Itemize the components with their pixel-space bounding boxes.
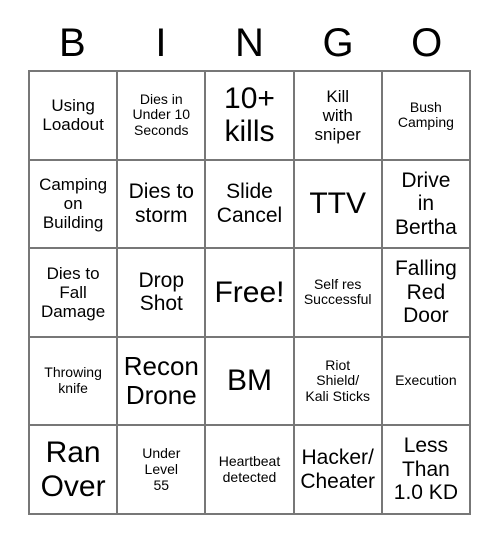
bingo-cell-label: Drop Shot bbox=[138, 268, 185, 316]
bingo-cell-g5[interactable]: Hacker/ Cheater bbox=[294, 426, 383, 515]
bingo-cell-b2[interactable]: Camping on Building bbox=[30, 160, 119, 250]
bingo-cell-label: Dies to Fall Damage bbox=[40, 263, 106, 321]
bingo-cell-label: Recon Drone bbox=[123, 350, 199, 411]
bingo-cell-label: 10+ kills bbox=[224, 81, 275, 149]
bingo-cell-g1[interactable]: Kill with sniper bbox=[294, 72, 383, 161]
bingo-cell-n4[interactable]: BM bbox=[206, 337, 295, 427]
bingo-cell-g4[interactable]: Riot Shield/ Kali Sticks bbox=[294, 337, 383, 427]
bingo-cell-label: BM bbox=[226, 364, 272, 398]
bingo-header-letter-i: I bbox=[155, 21, 167, 65]
bingo-cell-n1[interactable]: 10+ kills bbox=[206, 72, 295, 161]
bingo-cell-label: Dies in Under 10 Seconds bbox=[132, 90, 191, 139]
bingo-header: B I N G O bbox=[28, 16, 471, 70]
bingo-cell-label: Dies to storm bbox=[128, 180, 194, 227]
bingo-cell-i5[interactable]: Under Level 55 bbox=[118, 426, 207, 515]
bingo-cell-label: Under Level 55 bbox=[142, 445, 181, 493]
bingo-cell-g3[interactable]: Self res Successful bbox=[294, 249, 383, 338]
bingo-cell-label: Free! bbox=[214, 275, 285, 309]
bingo-cell-label: Riot Shield/ Kali Sticks bbox=[305, 356, 370, 404]
bingo-cell-i1[interactable]: Dies in Under 10 Seconds bbox=[118, 72, 207, 161]
bingo-cell-label: Execution bbox=[395, 372, 457, 389]
bingo-header-letter-o: O bbox=[411, 21, 443, 65]
bingo-header-letter-g: G bbox=[322, 21, 354, 65]
bingo-cell-i4[interactable]: Recon Drone bbox=[118, 337, 207, 427]
bingo-cell-n2[interactable]: Slide Cancel bbox=[206, 160, 295, 250]
bingo-cell-o5[interactable]: Less Than 1.0 KD bbox=[382, 426, 471, 515]
bingo-cell-label: Kill with sniper bbox=[314, 86, 361, 144]
bingo-cell-o4[interactable]: Execution bbox=[382, 337, 471, 427]
bingo-cell-label: Ran Over bbox=[40, 436, 106, 503]
bingo-cell-o1[interactable]: Bush Camping bbox=[382, 72, 471, 161]
bingo-cell-n5[interactable]: Heartbeat detected bbox=[206, 426, 295, 515]
bingo-cell-label: Less Than 1.0 KD bbox=[393, 434, 458, 505]
bingo-cell-label: Camping on Building bbox=[39, 175, 108, 233]
bingo-cell-b3[interactable]: Dies to Fall Damage bbox=[30, 249, 119, 338]
bingo-cell-label: TTV bbox=[309, 187, 367, 221]
bingo-cell-i3[interactable]: Drop Shot bbox=[118, 249, 207, 338]
bingo-cell-label: Slide Cancel bbox=[216, 180, 283, 227]
bingo-cell-label: Using Loadout bbox=[42, 96, 104, 135]
bingo-header-letter-n: N bbox=[235, 21, 264, 65]
bingo-cell-b1[interactable]: Using Loadout bbox=[30, 72, 119, 161]
bingo-cell-o2[interactable]: Drive in Bertha bbox=[382, 160, 471, 250]
bingo-cell-o3[interactable]: Falling Red Door bbox=[382, 249, 471, 338]
bingo-header-letter-b: B bbox=[58, 21, 86, 65]
bingo-cell-g2[interactable]: TTV bbox=[294, 160, 383, 250]
bingo-cell-label: Drive in Bertha bbox=[394, 168, 457, 239]
bingo-cell-label: Self res Successful bbox=[303, 275, 372, 308]
bingo-cell-label: Heartbeat detected bbox=[218, 453, 281, 485]
bingo-cell-label: Falling Red Door bbox=[394, 257, 457, 328]
bingo-card: B I N G O Using Loadout Dies in Under 10… bbox=[0, 0, 500, 544]
bingo-grid: Using Loadout Dies in Under 10 Seconds 1… bbox=[28, 70, 471, 515]
bingo-cell-i2[interactable]: Dies to storm bbox=[118, 160, 207, 250]
bingo-cell-label: Bush Camping bbox=[397, 98, 454, 131]
bingo-cell-b4[interactable]: Throwing knife bbox=[30, 337, 119, 427]
bingo-cell-b5[interactable]: Ran Over bbox=[30, 426, 119, 515]
bingo-cell-label: Throwing knife bbox=[44, 364, 102, 397]
bingo-cell-free-space[interactable]: Free! bbox=[206, 249, 295, 338]
bingo-cell-label: Hacker/ Cheater bbox=[300, 446, 376, 493]
